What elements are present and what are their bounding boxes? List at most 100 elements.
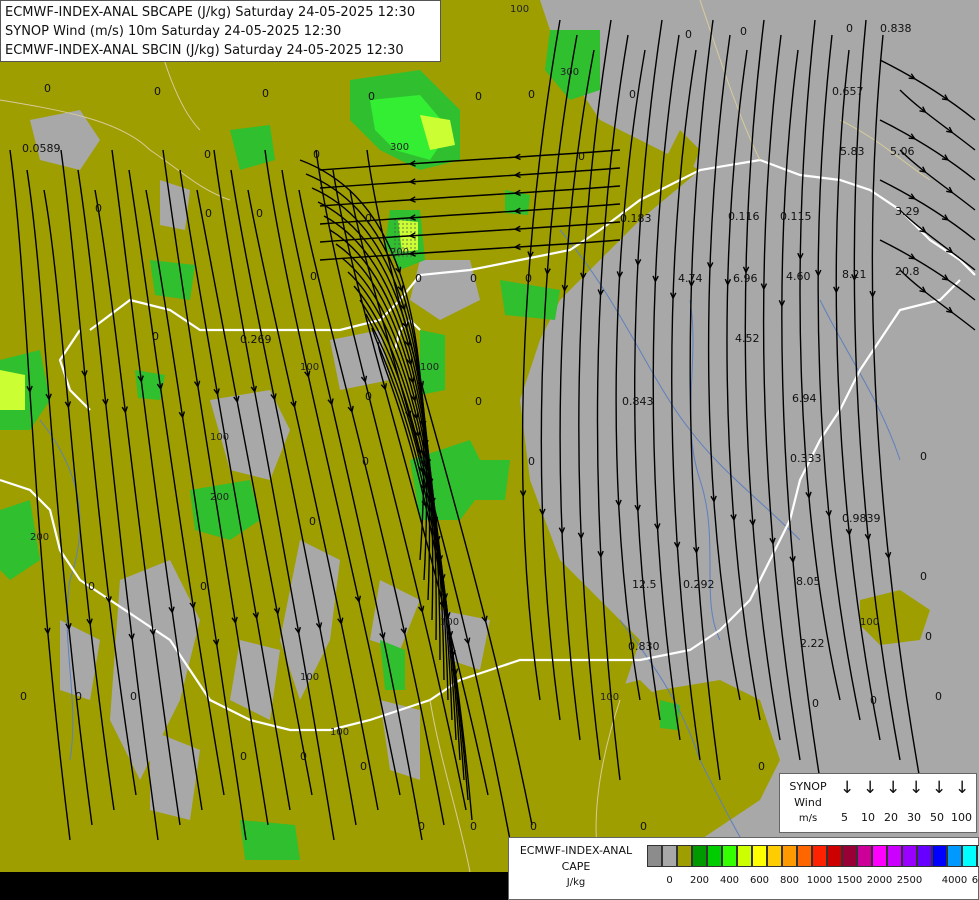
cin-value-label: 0: [530, 820, 537, 833]
cin-value-label: 0: [870, 694, 877, 707]
cin-hatch-dot: [394, 239, 396, 241]
cape-legend-tick: 4000: [941, 875, 968, 886]
cin-hatch-dot: [398, 223, 400, 225]
weather-map[interactable]: 1003003002002001001002001001001001001001…: [0, 0, 979, 900]
cape-legend-swatch: [842, 845, 857, 867]
cin-hatch-dot: [402, 243, 404, 245]
cin-hatch-dot: [410, 243, 412, 245]
cin-hatch-dot: [394, 223, 396, 225]
cin-hatch-dot: [414, 239, 416, 241]
cin-hatch-dot: [410, 239, 412, 241]
cin-value-label: 0: [300, 750, 307, 763]
cin-value-label: 0: [525, 272, 532, 285]
cin-value-label: 0: [470, 820, 477, 833]
cin-value-label: 0: [935, 690, 942, 703]
cape-high-area: [0, 370, 25, 410]
wind-legend-speed: 5: [841, 811, 848, 824]
cin-hatch-dot: [398, 243, 400, 245]
cin-value-label: 0: [205, 207, 212, 220]
title-line-cape: ECMWF-INDEX-ANAL SBCAPE (J/kg) Saturday …: [5, 5, 416, 20]
cin-hatch-dot: [398, 231, 400, 233]
cin-hatch-dot: [394, 227, 396, 229]
cin-value-label: 0: [75, 690, 82, 703]
cin-value-label: 4.60: [786, 270, 811, 283]
wind-legend-arrow-icon: ↓: [863, 778, 878, 798]
cin-value-label: 0: [578, 150, 585, 163]
cin-value-label: 0.115: [780, 210, 812, 223]
cape-legend-swatch: [932, 845, 947, 867]
cin-value-label: 0: [740, 25, 747, 38]
cin-hatch-dot: [414, 223, 416, 225]
isoline-label: 100: [300, 672, 319, 683]
isoline-label: 200: [210, 492, 229, 503]
cape-legend-swatch: [917, 845, 932, 867]
cape-legend: ECMWF-INDEX-ANAL CAPE J/kg 0 200 400 600 800…: [508, 837, 979, 900]
cin-value-label: 4.52: [735, 332, 760, 345]
wind-legend-unit: m/s: [798, 813, 818, 824]
cin-value-label: 12.5: [632, 578, 657, 591]
cin-value-label: 0: [360, 760, 367, 773]
cin-value-label: 0: [152, 330, 159, 343]
cape-legend-swatch: [647, 845, 662, 867]
cin-value-label: 4.74: [678, 272, 703, 285]
cin-value-label: 0.116: [728, 210, 760, 223]
wind-legend-speed: 30: [907, 811, 921, 824]
cin-value-label: 0: [685, 28, 692, 41]
cape-legend-tick: 6000: [971, 875, 979, 886]
cape-legend-tick: 800: [779, 875, 800, 886]
cin-hatch-dot: [402, 223, 404, 225]
cape-legend-unit: J/kg: [566, 877, 586, 888]
cin-value-label: 0: [20, 690, 27, 703]
isoline-label: 200: [30, 532, 49, 543]
cape-legend-swatch: [887, 845, 902, 867]
cin-value-label: 6.94: [792, 392, 817, 405]
cin-hatch-dot: [402, 231, 404, 233]
cape-legend-tick: 600: [749, 875, 770, 886]
cin-value-label: 8.05: [796, 575, 821, 588]
cin-value-label: 0: [368, 90, 375, 103]
cin-value-label: 0.9839: [842, 512, 881, 525]
cape-legend-swatch: [857, 845, 872, 867]
cin-hatch-dot: [410, 255, 412, 257]
title-line-cin: ECMWF-INDEX-ANAL SBCIN (J/kg) Saturday 2…: [5, 43, 404, 58]
cin-value-label: 0: [418, 820, 425, 833]
cin-value-label: 0: [204, 148, 211, 161]
cin-value-label: 3.29: [895, 205, 920, 218]
cin-value-label: 0: [88, 580, 95, 593]
cin-value-label: 0: [130, 690, 137, 703]
cin-value-label: 0: [362, 455, 369, 468]
cin-value-label: 0.269: [240, 333, 272, 346]
isoline-label: 100: [600, 692, 619, 703]
cin-hatch-dot: [398, 239, 400, 241]
cin-value-label: 5.83: [840, 145, 865, 158]
wind-legend-arrow-icon: ↓: [932, 778, 947, 798]
cin-value-label: 0.843: [622, 395, 654, 408]
cin-value-label: 0.830: [628, 640, 660, 653]
cape-legend-swatch: [797, 845, 812, 867]
wind-legend-title1: SYNOP: [789, 780, 827, 793]
cin-hatch-dot: [394, 243, 396, 245]
cape-high-area: [660, 700, 680, 730]
cin-value-label: 0: [365, 390, 372, 403]
cin-hatch-dot: [406, 243, 408, 245]
wind-legend-speed: 10: [861, 811, 875, 824]
cape-legend-swatch: [692, 845, 707, 867]
cin-hatch-dot: [406, 223, 408, 225]
map-stage: 100 300 300 200 200 100 100 200 100 100 100 100 100 1…: [0, 0, 979, 900]
isoline-label: 300: [560, 67, 579, 78]
cin-hatch-dot: [410, 231, 412, 233]
cape-legend-tick: 1500: [836, 875, 863, 886]
cin-value-label: 0: [925, 630, 932, 643]
cin-hatch-dot: [406, 219, 408, 221]
wind-legend-speed: 50: [930, 811, 944, 824]
cape-high-area: [470, 460, 510, 500]
isoline-label: 100: [330, 727, 349, 738]
cape-legend-swatch: [737, 845, 752, 867]
cin-value-label: 0: [310, 270, 317, 283]
cin-value-label: 0: [475, 395, 482, 408]
cin-hatch-dot: [406, 231, 408, 233]
cin-hatch-dot: [406, 239, 408, 241]
cape-high-area: [150, 260, 195, 300]
title-line-wind: SYNOP Wind (m/s) 10m Saturday 24-05-2025…: [5, 24, 342, 39]
isoline-label: 100: [440, 617, 459, 628]
